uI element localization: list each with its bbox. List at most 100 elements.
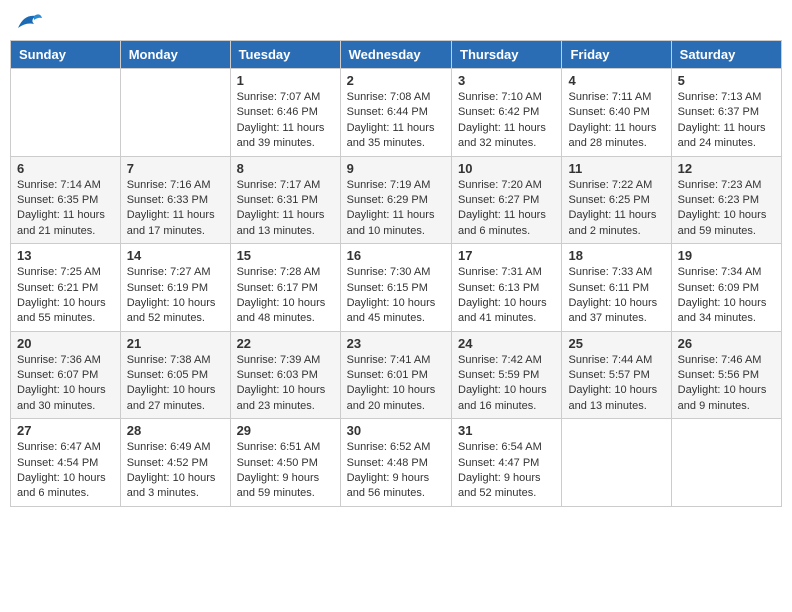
calendar-cell bbox=[671, 419, 781, 507]
day-number: 14 bbox=[127, 248, 224, 263]
calendar-cell: 28 Sunrise: 6:49 AM Sunset: 4:52 PM Dayli… bbox=[120, 419, 230, 507]
day-header-wednesday: Wednesday bbox=[340, 41, 451, 69]
cell-content: Sunrise: 7:28 AM Sunset: 6:17 PM Dayligh… bbox=[237, 265, 334, 327]
cell-content: Sunrise: 7:22 AM Sunset: 6:25 PM Dayligh… bbox=[568, 178, 664, 240]
day-number: 28 bbox=[127, 423, 224, 438]
day-number: 29 bbox=[237, 423, 334, 438]
calendar-cell: 25 Sunrise: 7:44 AM Sunset: 5:57 PM Dayli… bbox=[562, 331, 671, 419]
day-number: 16 bbox=[347, 248, 445, 263]
day-header-thursday: Thursday bbox=[452, 41, 562, 69]
day-header-saturday: Saturday bbox=[671, 41, 781, 69]
cell-content: Sunrise: 6:54 AM Sunset: 4:47 PM Dayligh… bbox=[458, 440, 555, 502]
cell-content: Sunrise: 7:08 AM Sunset: 6:44 PM Dayligh… bbox=[347, 90, 445, 152]
logo bbox=[14, 10, 44, 32]
calendar-cell: 22 Sunrise: 7:39 AM Sunset: 6:03 PM Dayli… bbox=[230, 331, 340, 419]
calendar-cell: 8 Sunrise: 7:17 AM Sunset: 6:31 PM Daylig… bbox=[230, 156, 340, 244]
day-number: 22 bbox=[237, 336, 334, 351]
calendar-week-row: 20 Sunrise: 7:36 AM Sunset: 6:07 PM Dayli… bbox=[11, 331, 782, 419]
calendar-cell: 13 Sunrise: 7:25 AM Sunset: 6:21 PM Dayli… bbox=[11, 244, 121, 332]
cell-content: Sunrise: 7:39 AM Sunset: 6:03 PM Dayligh… bbox=[237, 353, 334, 415]
calendar-cell: 14 Sunrise: 7:27 AM Sunset: 6:19 PM Dayli… bbox=[120, 244, 230, 332]
day-number: 7 bbox=[127, 161, 224, 176]
day-number: 9 bbox=[347, 161, 445, 176]
calendar-cell: 18Sunrise: 7:33 AM Sunset: 6:11 PM Dayli… bbox=[562, 244, 671, 332]
cell-content: Sunrise: 7:11 AM Sunset: 6:40 PM Dayligh… bbox=[568, 90, 664, 152]
cell-content: Sunrise: 7:36 AM Sunset: 6:07 PM Dayligh… bbox=[17, 353, 114, 415]
day-number: 26 bbox=[678, 336, 775, 351]
calendar-cell: 16Sunrise: 7:30 AM Sunset: 6:15 PM Dayli… bbox=[340, 244, 451, 332]
cell-content: Sunrise: 6:49 AM Sunset: 4:52 PM Dayligh… bbox=[127, 440, 224, 502]
calendar-cell: 24 Sunrise: 7:42 AM Sunset: 5:59 PM Dayli… bbox=[452, 331, 562, 419]
calendar-cell: 1Sunrise: 7:07 AM Sunset: 6:46 PM Daylig… bbox=[230, 69, 340, 157]
day-number: 15 bbox=[237, 248, 334, 263]
logo-bird-icon bbox=[16, 10, 44, 32]
cell-content: Sunrise: 7:27 AM Sunset: 6:19 PM Dayligh… bbox=[127, 265, 224, 327]
calendar-cell: 31 Sunrise: 6:54 AM Sunset: 4:47 PM Dayli… bbox=[452, 419, 562, 507]
day-number: 1 bbox=[237, 73, 334, 88]
calendar-cell: 9 Sunrise: 7:19 AM Sunset: 6:29 PM Daylig… bbox=[340, 156, 451, 244]
calendar-week-row: 6 Sunrise: 7:14 AM Sunset: 6:35 PM Daylig… bbox=[11, 156, 782, 244]
calendar-cell bbox=[562, 419, 671, 507]
day-number: 6 bbox=[17, 161, 114, 176]
calendar-cell bbox=[11, 69, 121, 157]
day-number: 5 bbox=[678, 73, 775, 88]
day-number: 12 bbox=[678, 161, 775, 176]
day-number: 8 bbox=[237, 161, 334, 176]
day-number: 24 bbox=[458, 336, 555, 351]
day-number: 18 bbox=[568, 248, 664, 263]
day-number: 25 bbox=[568, 336, 664, 351]
day-number: 27 bbox=[17, 423, 114, 438]
calendar-cell bbox=[120, 69, 230, 157]
day-number: 13 bbox=[17, 248, 114, 263]
cell-content: Sunrise: 7:16 AM Sunset: 6:33 PM Dayligh… bbox=[127, 178, 224, 240]
cell-content: Sunrise: 7:17 AM Sunset: 6:31 PM Dayligh… bbox=[237, 178, 334, 240]
day-number: 10 bbox=[458, 161, 555, 176]
page-header bbox=[10, 10, 782, 32]
day-number: 31 bbox=[458, 423, 555, 438]
cell-content: Sunrise: 7:19 AM Sunset: 6:29 PM Dayligh… bbox=[347, 178, 445, 240]
cell-content: Sunrise: 7:42 AM Sunset: 5:59 PM Dayligh… bbox=[458, 353, 555, 415]
calendar-week-row: 1Sunrise: 7:07 AM Sunset: 6:46 PM Daylig… bbox=[11, 69, 782, 157]
cell-content: Sunrise: 7:10 AM Sunset: 6:42 PM Dayligh… bbox=[458, 90, 555, 152]
cell-content: Sunrise: 7:34 AM Sunset: 6:09 PM Dayligh… bbox=[678, 265, 775, 327]
day-number: 2 bbox=[347, 73, 445, 88]
cell-content: Sunrise: 7:23 AM Sunset: 6:23 PM Dayligh… bbox=[678, 178, 775, 240]
calendar-cell: 27 Sunrise: 6:47 AM Sunset: 4:54 PM Dayli… bbox=[11, 419, 121, 507]
cell-content: Sunrise: 7:31 AM Sunset: 6:13 PM Dayligh… bbox=[458, 265, 555, 327]
calendar-cell: 19 Sunrise: 7:34 AM Sunset: 6:09 PM Dayli… bbox=[671, 244, 781, 332]
calendar-week-row: 27 Sunrise: 6:47 AM Sunset: 4:54 PM Dayli… bbox=[11, 419, 782, 507]
calendar-cell: 23Sunrise: 7:41 AM Sunset: 6:01 PM Dayli… bbox=[340, 331, 451, 419]
calendar-week-row: 13 Sunrise: 7:25 AM Sunset: 6:21 PM Dayli… bbox=[11, 244, 782, 332]
calendar-cell: 29Sunrise: 6:51 AM Sunset: 4:50 PM Dayli… bbox=[230, 419, 340, 507]
day-number: 3 bbox=[458, 73, 555, 88]
day-header-sunday: Sunday bbox=[11, 41, 121, 69]
day-number: 20 bbox=[17, 336, 114, 351]
calendar-cell: 4 Sunrise: 7:11 AM Sunset: 6:40 PM Daylig… bbox=[562, 69, 671, 157]
calendar-cell: 17 Sunrise: 7:31 AM Sunset: 6:13 PM Dayli… bbox=[452, 244, 562, 332]
day-number: 21 bbox=[127, 336, 224, 351]
day-number: 30 bbox=[347, 423, 445, 438]
calendar-cell: 26 Sunrise: 7:46 AM Sunset: 5:56 PM Dayli… bbox=[671, 331, 781, 419]
calendar-cell: 6 Sunrise: 7:14 AM Sunset: 6:35 PM Daylig… bbox=[11, 156, 121, 244]
cell-content: Sunrise: 7:38 AM Sunset: 6:05 PM Dayligh… bbox=[127, 353, 224, 415]
cell-content: Sunrise: 7:46 AM Sunset: 5:56 PM Dayligh… bbox=[678, 353, 775, 415]
calendar-cell: 5Sunrise: 7:13 AM Sunset: 6:37 PM Daylig… bbox=[671, 69, 781, 157]
calendar-cell: 2 Sunrise: 7:08 AM Sunset: 6:44 PM Daylig… bbox=[340, 69, 451, 157]
cell-content: Sunrise: 7:14 AM Sunset: 6:35 PM Dayligh… bbox=[17, 178, 114, 240]
calendar-cell: 10 Sunrise: 7:20 AM Sunset: 6:27 PM Dayli… bbox=[452, 156, 562, 244]
cell-content: Sunrise: 7:25 AM Sunset: 6:21 PM Dayligh… bbox=[17, 265, 114, 327]
day-header-friday: Friday bbox=[562, 41, 671, 69]
cell-content: Sunrise: 7:20 AM Sunset: 6:27 PM Dayligh… bbox=[458, 178, 555, 240]
calendar-cell: 20 Sunrise: 7:36 AM Sunset: 6:07 PM Dayli… bbox=[11, 331, 121, 419]
cell-content: Sunrise: 6:52 AM Sunset: 4:48 PM Dayligh… bbox=[347, 440, 445, 502]
calendar-cell: 7 Sunrise: 7:16 AM Sunset: 6:33 PM Daylig… bbox=[120, 156, 230, 244]
day-number: 4 bbox=[568, 73, 664, 88]
cell-content: Sunrise: 7:44 AM Sunset: 5:57 PM Dayligh… bbox=[568, 353, 664, 415]
day-number: 19 bbox=[678, 248, 775, 263]
cell-content: Sunrise: 6:47 AM Sunset: 4:54 PM Dayligh… bbox=[17, 440, 114, 502]
day-number: 17 bbox=[458, 248, 555, 263]
calendar-cell: 15 Sunrise: 7:28 AM Sunset: 6:17 PM Dayli… bbox=[230, 244, 340, 332]
calendar-cell: 11Sunrise: 7:22 AM Sunset: 6:25 PM Dayli… bbox=[562, 156, 671, 244]
calendar-cell: 21 Sunrise: 7:38 AM Sunset: 6:05 PM Dayli… bbox=[120, 331, 230, 419]
day-number: 23 bbox=[347, 336, 445, 351]
